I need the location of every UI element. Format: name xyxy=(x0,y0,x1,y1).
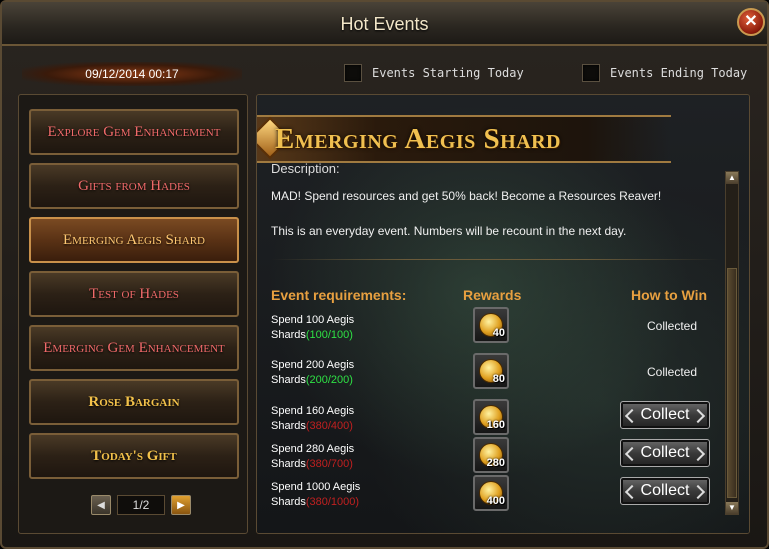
description-line-1: MAD! Spend resources and get 50% back! B… xyxy=(271,189,662,203)
arrow-left-icon: ◀ xyxy=(97,499,105,511)
server-time: 09/12/2014 00:17 xyxy=(22,62,242,86)
requirement-5-unit: Shards xyxy=(271,496,306,508)
requirement-2: Spend 200 Aegis Shards(200/200) xyxy=(271,358,354,388)
requirements-header: Event requirements: xyxy=(271,287,407,303)
starting-today-checkbox[interactable] xyxy=(344,64,362,82)
requirement-1-line2: Shards(100/100) xyxy=(271,328,354,343)
reward-3-qty: 160 xyxy=(486,419,505,431)
prev-page-button[interactable]: ◀ xyxy=(91,495,111,515)
sidebar-item-explore-gem-enhancement[interactable]: Explore Gem Enhancement xyxy=(29,109,239,155)
requirement-1-progress: (100/100) xyxy=(305,329,353,341)
next-page-button[interactable]: ▶ xyxy=(171,495,191,515)
page-indicator: 1/2 xyxy=(117,495,165,515)
scroll-thumb[interactable] xyxy=(727,268,737,498)
event-list-sidebar: Explore Gem Enhancement Gifts from Hades… xyxy=(18,94,248,534)
requirement-2-line2: Shards(200/200) xyxy=(271,373,354,388)
content-scrollbar[interactable]: ▲ ▼ xyxy=(725,171,739,515)
requirement-3-line2: Shards(380/400) xyxy=(271,419,354,434)
reward-1-qty: 40 xyxy=(492,327,505,339)
hot-events-window: Hot Events ✕ 09/12/2014 00:17 Events Sta… xyxy=(0,0,769,549)
sidebar-item-emerging-gem-enhancement[interactable]: Emerging Gem Enhancement xyxy=(29,325,239,371)
sidebar-item-gifts-from-hades[interactable]: Gifts from Hades xyxy=(29,163,239,209)
reward-3[interactable]: 160 xyxy=(473,399,509,435)
requirement-4: Spend 280 Aegis Shards(380/700) xyxy=(271,442,354,472)
requirement-1: Spend 100 Aegis Shards(100/100) xyxy=(271,313,354,343)
requirement-2-unit: Shards xyxy=(271,374,306,386)
reward-4[interactable]: 280 xyxy=(473,437,509,473)
requirement-5-text: Spend 1000 Aegis xyxy=(271,481,361,493)
close-icon: ✕ xyxy=(744,13,758,30)
requirement-1-unit: Shards xyxy=(271,329,306,341)
filter-ending-today[interactable]: Events Ending Today xyxy=(582,64,747,82)
reward-1[interactable]: 40 xyxy=(473,307,509,343)
title-bar: Hot Events xyxy=(2,2,767,46)
reward-5[interactable]: 400 xyxy=(473,475,509,511)
status-1: Collected xyxy=(647,319,698,333)
requirement-3: Spend 160 Aegis Shards(380/400) xyxy=(271,404,354,434)
close-button[interactable]: ✕ xyxy=(737,8,765,36)
requirement-2-text: Spend 200 Aegis xyxy=(271,359,355,371)
requirement-5-progress: (380/1000) xyxy=(305,496,360,508)
event-title: Emerging Aegis Shard xyxy=(275,123,562,155)
scroll-down-icon[interactable]: ▼ xyxy=(726,502,738,514)
status-2: Collected xyxy=(647,365,698,379)
filter-starting-today[interactable]: Events Starting Today xyxy=(344,64,524,82)
starting-today-label: Events Starting Today xyxy=(372,66,524,80)
sidebar-item-todays-gift[interactable]: Today's Gift xyxy=(29,433,239,479)
requirement-3-unit: Shards xyxy=(271,420,306,432)
description-label: Description: xyxy=(271,161,340,176)
reward-4-qty: 280 xyxy=(486,457,505,469)
reward-5-qty: 400 xyxy=(486,495,505,507)
divider xyxy=(271,259,719,260)
event-detail-panel: Emerging Aegis Shard Description: MAD! S… xyxy=(256,94,750,534)
requirement-5: Spend 1000 Aegis Shards(380/1000) xyxy=(271,480,360,510)
collect-button-3[interactable]: Collect xyxy=(620,401,710,429)
requirement-3-progress: (380/400) xyxy=(305,420,353,432)
rewards-header: Rewards xyxy=(463,287,522,303)
requirement-5-line2: Shards(380/1000) xyxy=(271,495,360,510)
scroll-up-icon[interactable]: ▲ xyxy=(726,172,738,184)
ending-today-checkbox[interactable] xyxy=(582,64,600,82)
sidebar-item-test-of-hades[interactable]: Test of Hades xyxy=(29,271,239,317)
collect-button-5[interactable]: Collect xyxy=(620,477,710,505)
reward-2-qty: 80 xyxy=(492,373,505,385)
requirement-3-text: Spend 160 Aegis xyxy=(271,405,355,417)
ending-today-label: Events Ending Today xyxy=(610,66,748,80)
sidebar-item-emerging-aegis-shard[interactable]: Emerging Aegis Shard xyxy=(29,217,239,263)
requirement-4-progress: (380/700) xyxy=(305,458,353,470)
how-to-win-header: How to Win xyxy=(631,287,708,303)
requirement-2-progress: (200/200) xyxy=(305,374,353,386)
window-title: Hot Events xyxy=(340,14,429,34)
sidebar-pager: ◀ 1/2 ▶ xyxy=(91,495,191,515)
requirement-4-unit: Shards xyxy=(271,458,306,470)
requirement-4-text: Spend 280 Aegis xyxy=(271,443,355,455)
sidebar-item-rose-bargain[interactable]: Rose Bargain xyxy=(29,379,239,425)
requirement-4-line2: Shards(380/700) xyxy=(271,457,354,472)
event-banner: Emerging Aegis Shard xyxy=(257,115,671,163)
arrow-right-icon: ▶ xyxy=(177,499,185,511)
description-line-2: This is an everyday event. Numbers will … xyxy=(271,224,627,238)
requirement-1-text: Spend 100 Aegis xyxy=(271,314,355,326)
server-time-text: 09/12/2014 00:17 xyxy=(85,67,179,81)
reward-2[interactable]: 80 xyxy=(473,353,509,389)
collect-button-4[interactable]: Collect xyxy=(620,439,710,467)
